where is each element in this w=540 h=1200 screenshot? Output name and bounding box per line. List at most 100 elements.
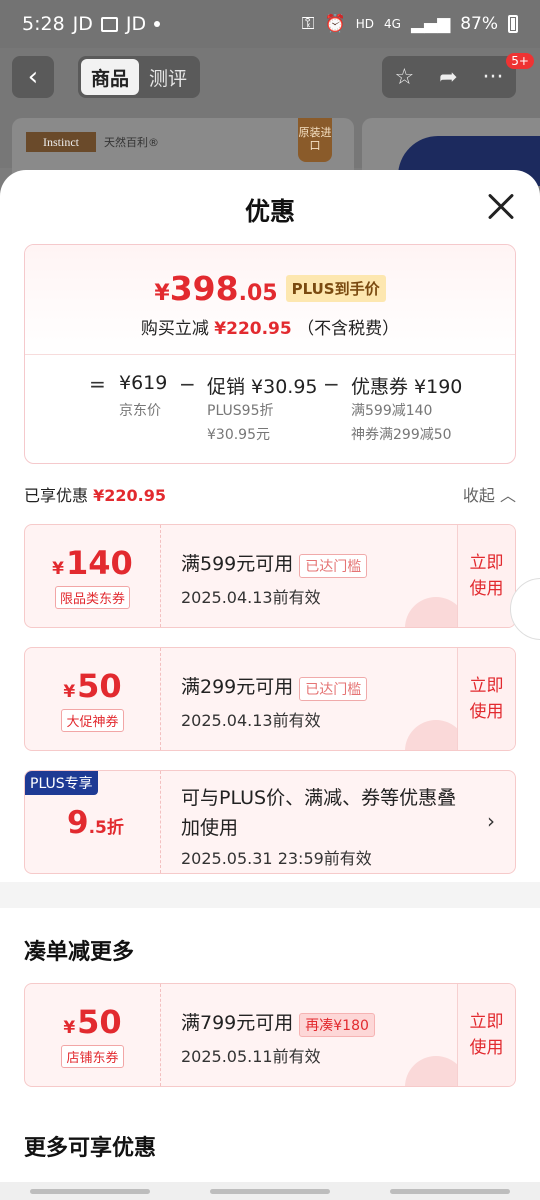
use-now-button[interactable]: 立即 使用 (457, 525, 515, 627)
battery-icon (508, 15, 518, 33)
network-icon: 4G (384, 17, 401, 31)
coupon-validity: 2025.05.11前有效 (181, 1046, 321, 1066)
use-now-button[interactable]: 立即 使用 (457, 984, 515, 1086)
coupon-card: ¥140 限品类东券 满599元可用 已达门槛 2025.04.13前有效 立即使… (24, 524, 516, 628)
coupon-validity: 2025.04.13前有效 (181, 710, 321, 730)
plus-price-tag: PLUS到手价 (285, 275, 386, 302)
brand-logo: Instinct (26, 132, 96, 152)
enjoyed-discount: 已享优惠 ¥220.95 (24, 482, 166, 506)
final-price: ¥ 398 .05 PLUS到手价 (25, 269, 515, 308)
plus-exclusive-badge: PLUS专享 (25, 771, 98, 795)
price-decimal: .05 (238, 281, 278, 306)
coupon-amount-value: 50 (77, 1002, 122, 1041)
plus-description: 可与PLUS价、满减、券等优惠叠加使用 (181, 787, 457, 839)
equals-sign: = (89, 372, 106, 396)
coupon-value: ¥50 (63, 1003, 121, 1041)
tab-product[interactable]: 商品 (81, 59, 139, 95)
section-title-bundle: 凑单减更多 (24, 940, 135, 965)
threshold-badge: 已达门槛 (299, 553, 368, 578)
promo-detail-1: PLUS95折 (207, 403, 274, 419)
product-header: ‹ 商品 测评 ☆ ➦ ··· 5+ Instinct 天然百利® 原装进口 (0, 48, 540, 186)
status-bar: 5:28 JD JD ⚿ ⏰ HD 4G ▂▄▆ 87% (0, 0, 540, 48)
enjoyed-amount: ¥220.95 (93, 486, 166, 505)
key-icon: ⚿ (301, 14, 315, 34)
coupon-condition: 满799元可用 (181, 1012, 294, 1034)
minus-sign-2: − (323, 372, 340, 396)
collapse-label: 收起 (462, 486, 495, 505)
sheet-title: 优惠 (244, 197, 295, 226)
minus-sign: − (179, 372, 196, 396)
coupon-card: ¥50 店铺东券 满799元可用 再凑¥180 2025.05.11前有效 立即使… (24, 983, 516, 1087)
coupon-amount: 优惠券 ¥190 (351, 376, 463, 398)
plus-discount-value: 9.5折 (67, 805, 124, 841)
more-notifications-dot-icon (154, 21, 161, 27)
jd-price-label: 京东价 (119, 403, 161, 419)
savings-suffix: （不含税费） (297, 319, 400, 339)
chevron-left-icon: ‹ (27, 62, 39, 92)
section-title-more: 更多可享优惠 (24, 1136, 157, 1161)
nav-handle[interactable] (390, 1188, 510, 1194)
alarm-icon: ⏰ (324, 14, 346, 34)
product-image: Instinct 天然百利® 原装进口 (12, 118, 354, 178)
product-image-2 (362, 118, 540, 186)
coupon-yen: ¥ (52, 558, 65, 579)
promo-amount: 促销 ¥30.95 (207, 376, 318, 398)
origin-tag: 原装进口 (298, 118, 332, 162)
share-icon[interactable]: ➦ (439, 65, 457, 90)
coupon-card: ¥50 大促神券 满299元可用 已达门槛 2025.04.13前有效 立即 使用 (24, 647, 516, 751)
back-button[interactable]: ‹ (12, 56, 54, 98)
coupon-condition: 满299元可用 (181, 676, 294, 698)
close-icon[interactable] (486, 192, 516, 222)
savings-prefix: 购买立减 (140, 319, 209, 339)
jd-notification-icon: JD (72, 13, 93, 35)
jd-price: ¥619 (119, 372, 168, 394)
section-divider (0, 882, 540, 908)
nav-handle[interactable] (210, 1188, 330, 1194)
remaining-amount-badge: 再凑¥180 (299, 1012, 375, 1037)
coupon-validity: 2025.04.13前有效 (181, 587, 321, 607)
coupon-type: 店铺东券 (61, 1044, 124, 1068)
promo-detail-2: ¥30.95元 (207, 427, 270, 443)
price-integer: 398 (169, 269, 239, 308)
image-notification-icon (100, 16, 118, 32)
threshold-badge: 已达门槛 (299, 676, 368, 701)
status-time: 5:28 (22, 13, 65, 35)
coupon-type: 限品类东券 (54, 585, 130, 609)
brand-text: 天然百利® (104, 136, 159, 149)
discount-sheet: 优惠 ¥ 398 .05 PLUS到手价 购买立减 ¥220.95 （不含税费）… (0, 170, 540, 1200)
coupon-detail-1: 满599减140 (351, 403, 433, 419)
price-summary: ¥ 398 .05 PLUS到手价 购买立减 ¥220.95 （不含税费） = … (24, 244, 516, 464)
coupon-condition: 满599元可用 (181, 553, 294, 575)
header-actions: ☆ ➦ ··· (382, 56, 516, 98)
enjoyed-label: 已享优惠 (24, 486, 89, 505)
coupon-detail-2: 神券满299减50 (351, 427, 452, 443)
discount-decimal: .5折 (88, 818, 124, 838)
chevron-up-icon: ︿ (499, 486, 516, 505)
hd-icon: HD (355, 17, 375, 31)
coupon-yen: ¥ (63, 681, 76, 702)
coupon-amount-value: 140 (66, 543, 133, 582)
system-nav-bar (0, 1182, 540, 1200)
savings-line: 购买立减 ¥220.95 （不含税费） (25, 314, 515, 339)
star-icon[interactable]: ☆ (394, 65, 414, 90)
coupon-yen: ¥ (63, 1017, 76, 1038)
coupon-value: ¥140 (52, 544, 133, 582)
use-now-button[interactable]: 立即 使用 (457, 648, 515, 750)
product-tabs: 商品 测评 (78, 56, 200, 98)
currency-symbol: ¥ (154, 281, 170, 306)
chevron-right-icon: › (487, 809, 495, 833)
tab-review[interactable]: 测评 (139, 64, 197, 91)
more-icon[interactable]: ··· (483, 65, 504, 90)
collapse-button[interactable]: 收起 ︿ (463, 482, 516, 506)
savings-amount: ¥220.95 (214, 319, 292, 339)
coupon-amount-value: 50 (77, 666, 122, 705)
jd-notification-icon-2: JD (125, 13, 147, 35)
plus-discount-card[interactable]: PLUS专享 9.5折 可与PLUS价、满减、券等优惠叠加使用 2025.05.… (24, 770, 516, 874)
coupon-value: ¥50 (63, 667, 121, 705)
nav-handle[interactable] (30, 1188, 150, 1194)
message-badge: 5+ (506, 53, 534, 69)
battery-percent: 87% (460, 14, 498, 34)
plus-validity: 2025.05.31 23:59前有效 (181, 849, 372, 868)
signal-icon: ▂▄▆ (410, 14, 451, 34)
discount-integer: 9 (67, 805, 89, 841)
